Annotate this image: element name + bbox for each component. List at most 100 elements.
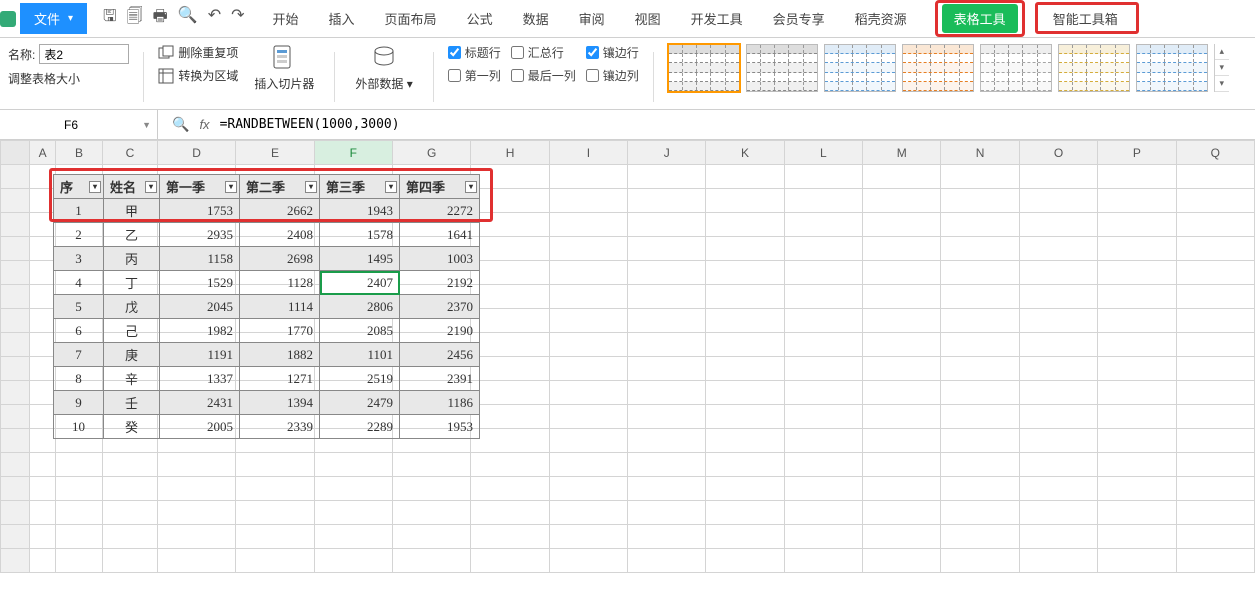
cell[interactable] (471, 477, 549, 501)
cell[interactable] (236, 453, 314, 477)
col-head-P[interactable]: P (1098, 141, 1176, 165)
col-head-E[interactable]: E (236, 141, 314, 165)
col-head-G[interactable]: G (393, 141, 471, 165)
ribbon-tab-0[interactable]: 开始 (271, 5, 301, 32)
cell[interactable] (1019, 501, 1097, 525)
data-cell[interactable]: 2045 (160, 295, 240, 319)
cell[interactable] (1019, 405, 1097, 429)
file-menu-button[interactable]: 文件 (20, 3, 87, 34)
cell[interactable] (706, 333, 784, 357)
data-cell[interactable]: 2190 (400, 319, 480, 343)
cell[interactable] (471, 333, 549, 357)
cell[interactable] (1019, 357, 1097, 381)
cell[interactable] (30, 477, 56, 501)
col-head-B[interactable]: B (55, 141, 102, 165)
data-cell[interactable]: 1 (54, 199, 104, 223)
cell[interactable] (706, 237, 784, 261)
data-cell[interactable]: 2456 (400, 343, 480, 367)
cell[interactable] (471, 429, 549, 453)
cell[interactable] (941, 309, 1019, 333)
cell[interactable] (1019, 309, 1097, 333)
col-head-J[interactable]: J (628, 141, 706, 165)
cell[interactable] (863, 501, 941, 525)
redo-icon[interactable]: ↷ (231, 5, 244, 32)
cell[interactable] (628, 285, 706, 309)
cell[interactable] (863, 285, 941, 309)
row-head-8[interactable] (1, 333, 30, 357)
data-cell[interactable]: 2192 (400, 271, 480, 295)
data-cell[interactable]: 9 (54, 391, 104, 415)
cell[interactable] (30, 357, 56, 381)
cell[interactable] (941, 189, 1019, 213)
cell[interactable] (1019, 381, 1097, 405)
cell[interactable] (55, 477, 102, 501)
data-header-1[interactable]: 姓名▾ (104, 175, 160, 199)
cell[interactable] (706, 549, 784, 573)
col-head-L[interactable]: L (784, 141, 862, 165)
data-cell[interactable]: 1943 (320, 199, 400, 223)
fx-icon[interactable]: fx (199, 117, 209, 132)
data-cell[interactable]: 7 (54, 343, 104, 367)
cell[interactable] (628, 333, 706, 357)
cell[interactable] (706, 261, 784, 285)
col-head-C[interactable]: C (103, 141, 158, 165)
ribbon-tab-10[interactable]: 表格工具 (942, 4, 1018, 33)
filter-dropdown-icon[interactable]: ▾ (225, 181, 237, 193)
convert-to-range-button[interactable]: 转换为区域 (158, 67, 238, 84)
cell[interactable] (30, 549, 56, 573)
data-cell[interactable]: 己 (104, 319, 160, 343)
formula-input[interactable] (220, 117, 1120, 132)
cell[interactable] (1019, 549, 1097, 573)
col-head-D[interactable]: D (157, 141, 235, 165)
cell[interactable] (1098, 381, 1176, 405)
cell[interactable] (393, 501, 471, 525)
data-cell[interactable]: 癸 (104, 415, 160, 439)
cell[interactable] (706, 525, 784, 549)
cell[interactable] (55, 501, 102, 525)
row-head-5[interactable] (1, 261, 30, 285)
cell[interactable] (549, 453, 627, 477)
data-cell[interactable]: 2005 (160, 415, 240, 439)
cell[interactable] (103, 501, 158, 525)
cell[interactable] (941, 333, 1019, 357)
cell[interactable] (549, 405, 627, 429)
cell[interactable] (314, 501, 392, 525)
cell[interactable] (941, 525, 1019, 549)
data-table[interactable]: 序▾姓名▾第一季▾第二季▾第三季▾第四季▾1甲17532662194322722… (53, 174, 480, 439)
cell[interactable] (1176, 213, 1254, 237)
cell[interactable] (236, 477, 314, 501)
data-cell[interactable]: 2431 (160, 391, 240, 415)
cell[interactable] (706, 189, 784, 213)
data-cell[interactable]: 辛 (104, 367, 160, 391)
external-data-button[interactable]: 外部数据 ▾ (349, 44, 418, 92)
cell[interactable] (706, 285, 784, 309)
data-cell[interactable]: 1953 (400, 415, 480, 439)
cell[interactable] (1176, 429, 1254, 453)
cell[interactable] (1098, 237, 1176, 261)
cell[interactable] (1098, 165, 1176, 189)
cell[interactable] (863, 261, 941, 285)
cb-header-row[interactable]: 标题行 (448, 44, 501, 61)
cell[interactable] (863, 429, 941, 453)
cell[interactable] (1176, 453, 1254, 477)
cell[interactable] (628, 405, 706, 429)
cell[interactable] (1019, 237, 1097, 261)
cell[interactable] (549, 525, 627, 549)
table-style-6[interactable] (1136, 44, 1208, 92)
cell[interactable] (784, 429, 862, 453)
ribbon-tab-8[interactable]: 会员专享 (771, 5, 827, 32)
data-cell[interactable]: 1394 (240, 391, 320, 415)
cell[interactable] (941, 453, 1019, 477)
cell[interactable] (863, 525, 941, 549)
cell[interactable] (549, 333, 627, 357)
ribbon-tab-4[interactable]: 数据 (521, 5, 551, 32)
col-head-M[interactable]: M (863, 141, 941, 165)
cell[interactable] (628, 549, 706, 573)
cell[interactable] (863, 477, 941, 501)
cell[interactable] (549, 429, 627, 453)
cell[interactable] (103, 549, 158, 573)
filter-dropdown-icon[interactable]: ▾ (145, 181, 157, 193)
data-cell[interactable]: 1271 (240, 367, 320, 391)
col-head-H[interactable]: H (471, 141, 549, 165)
row-head-4[interactable] (1, 237, 30, 261)
